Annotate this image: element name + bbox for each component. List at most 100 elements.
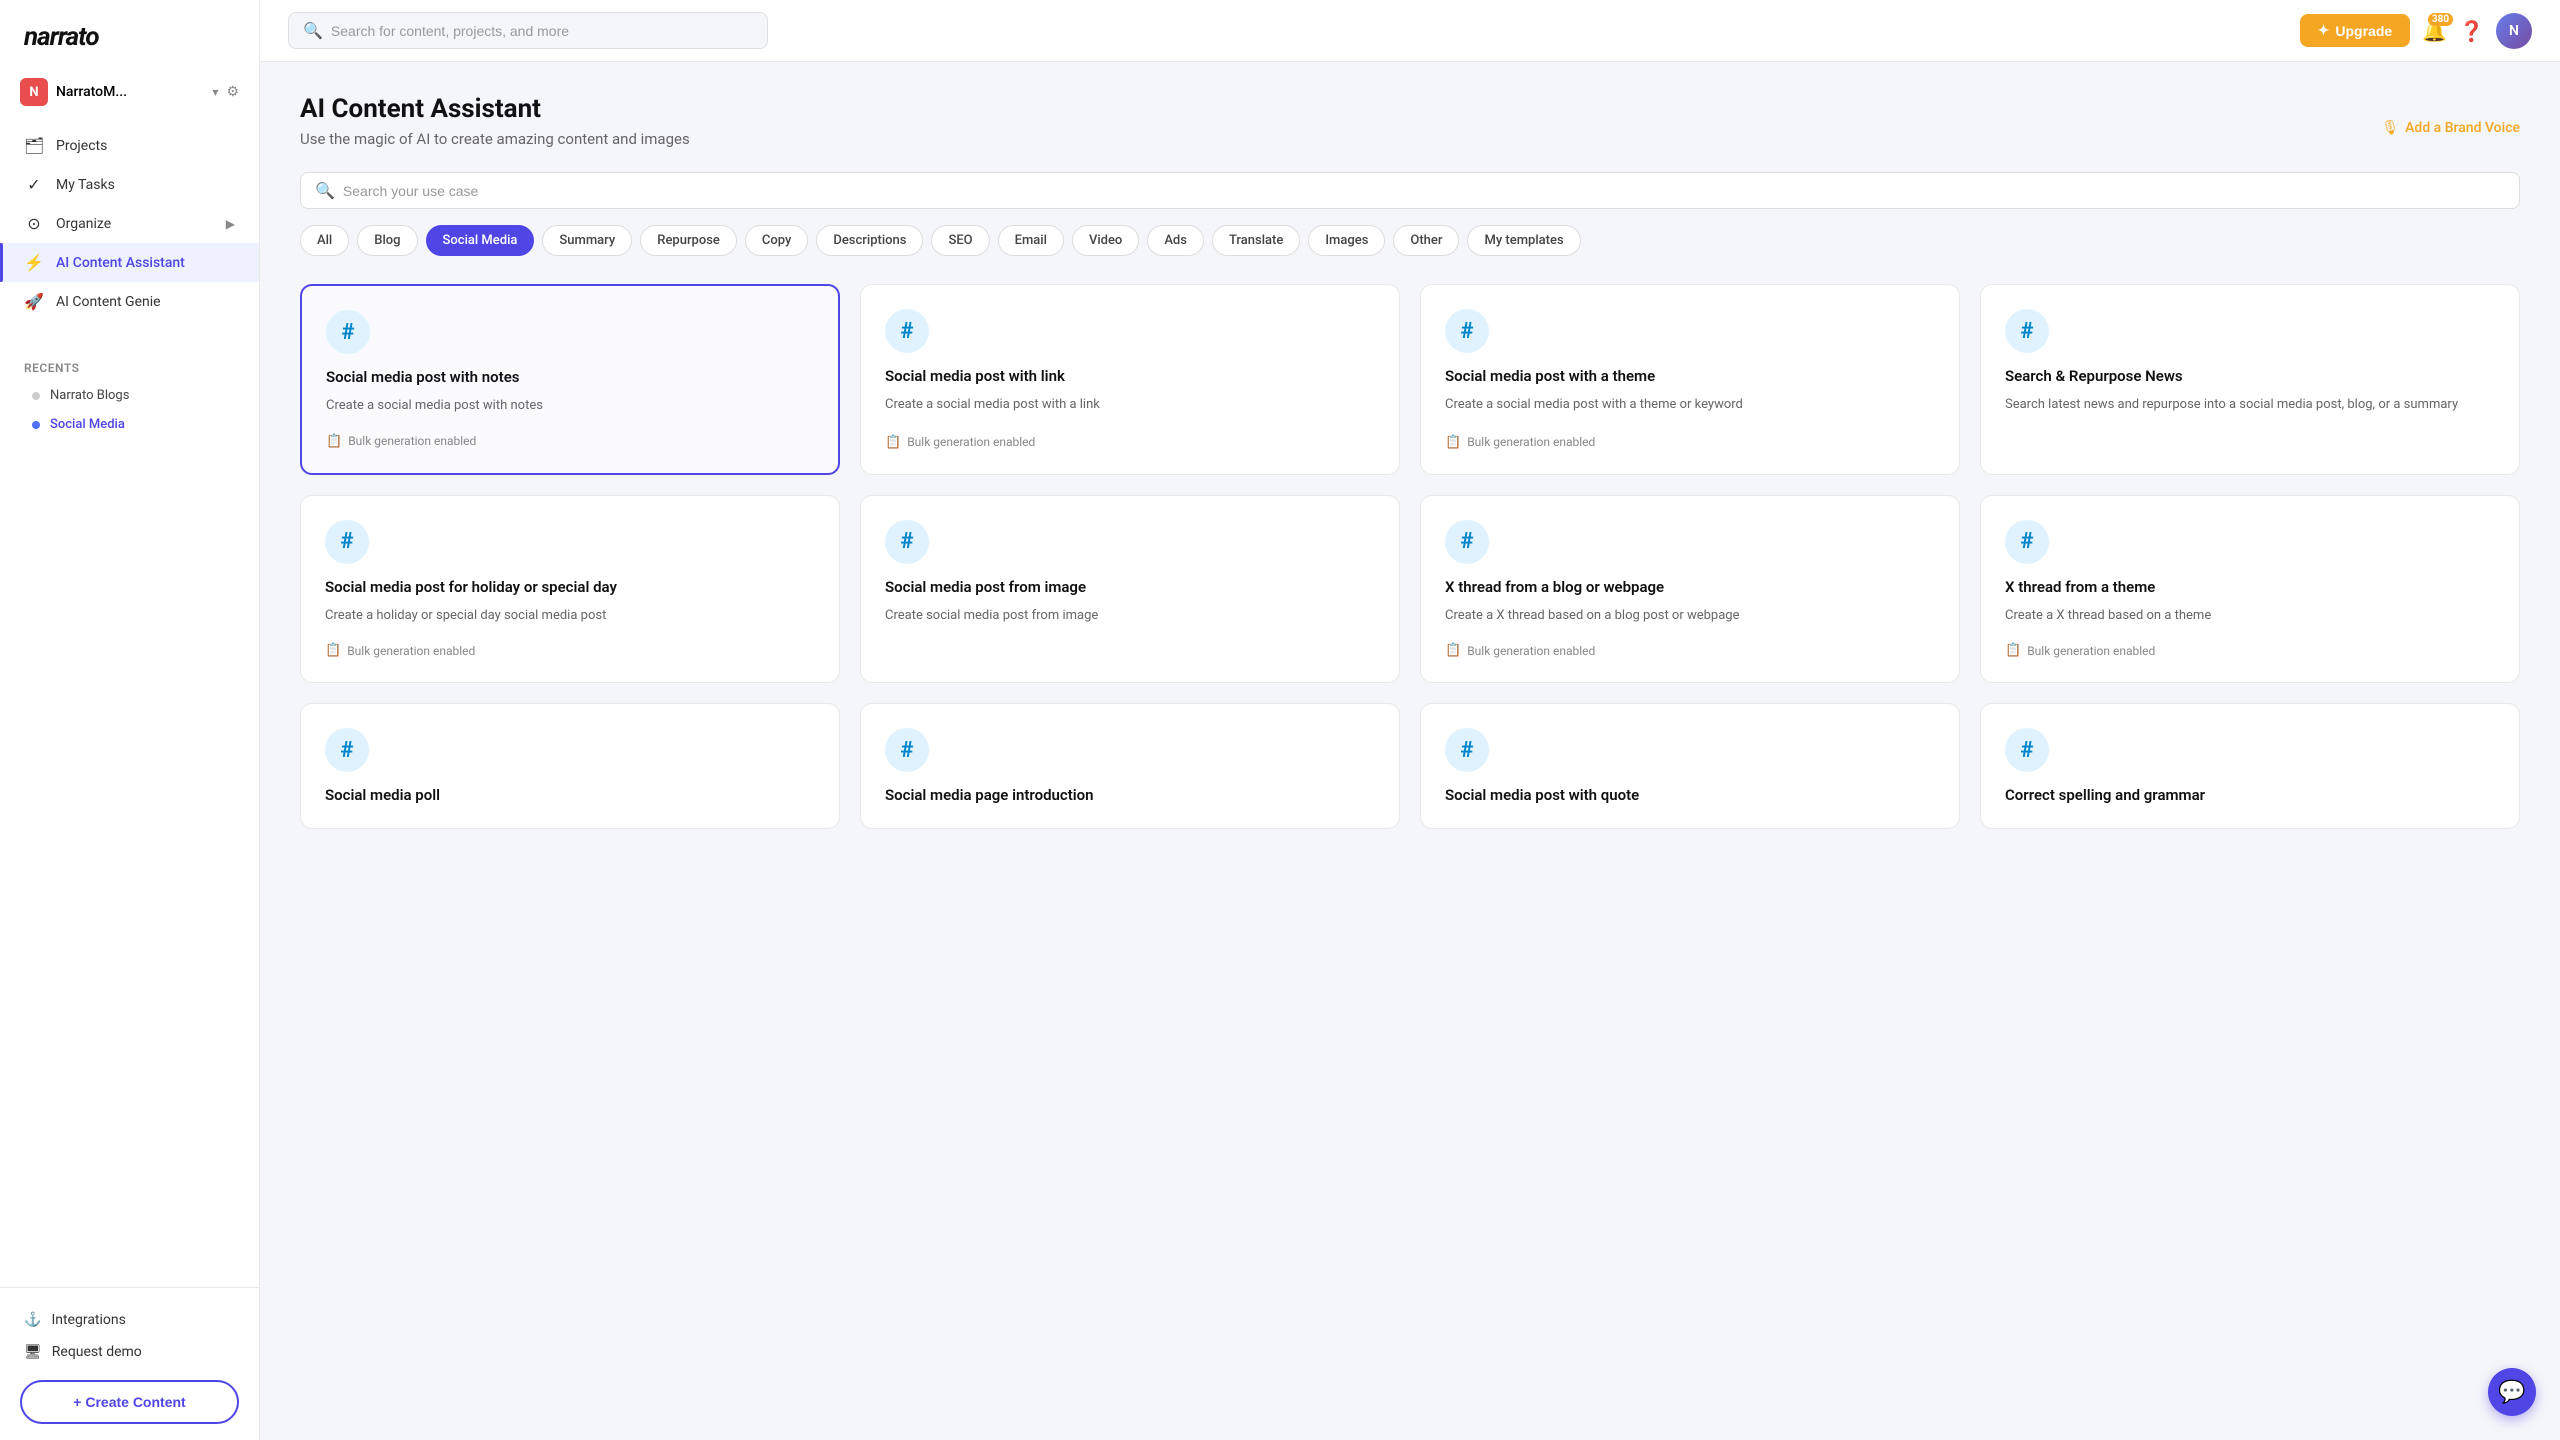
sidebar: narrato N NarratoM... ▾ ⚙ 🗂 Projects ✓ M… [0,0,260,1440]
lightning-icon: ⚡ [24,253,44,272]
card-icon-x-thread-blog: # [1445,520,1489,564]
card-title: Social media post with quote [1445,786,1935,804]
copy-icon: 📋 [325,643,341,658]
organize-icon: ⊙ [24,214,44,233]
sidebar-item-integrations[interactable]: ⚓ Integrations [20,1304,239,1336]
card-social-holiday[interactable]: # Social media post for holiday or speci… [300,495,840,684]
filter-chip-copy[interactable]: Copy [745,225,808,256]
sidebar-item-label: My Tasks [56,177,115,193]
filter-chip-other[interactable]: Other [1393,225,1459,256]
card-correct-spelling[interactable]: # Correct spelling and grammar [1980,703,2520,829]
card-social-link[interactable]: # Social media post with link Create a s… [860,284,1400,475]
card-social-poll[interactable]: # Social media poll [300,703,840,829]
chat-bubble-button[interactable]: 💬 [2488,1368,2536,1416]
card-desc: Search latest news and repurpose into a … [2005,395,2495,450]
card-x-thread-theme[interactable]: # X thread from a theme Create a X threa… [1980,495,2520,684]
filter-chip-seo[interactable]: SEO [931,225,989,256]
filter-chip-ads[interactable]: Ads [1147,225,1204,256]
filter-bar: All Blog Social Media Summary Repurpose … [300,225,2520,256]
card-bulk: 📋 Bulk generation enabled [885,435,1375,450]
card-title: Correct spelling and grammar [2005,786,2495,804]
gear-icon[interactable]: ⚙ [226,84,239,100]
request-demo-label: Request demo [52,1344,142,1360]
card-icon-social-quote: # [1445,728,1489,772]
card-social-theme[interactable]: # Social media post with a theme Create … [1420,284,1960,475]
hashtag-icon: # [2020,319,2033,344]
integrations-label: Integrations [51,1312,125,1328]
content-area: AI Content Assistant Use the magic of AI… [260,62,2560,1440]
add-brand-voice-button[interactable]: 🎙 Add a Brand Voice [2381,120,2520,136]
card-social-page-intro[interactable]: # Social media page introduction [860,703,1400,829]
filter-chip-email[interactable]: Email [998,225,1064,256]
sidebar-item-request-demo[interactable]: 🖥 Request demo [20,1336,239,1368]
filter-chip-social-media[interactable]: Social Media [426,225,535,256]
card-desc: Create a X thread based on a theme [2005,606,2495,626]
card-bulk: 📋 Bulk generation enabled [2005,643,2495,658]
filter-chip-blog[interactable]: Blog [357,225,417,256]
card-social-quote[interactable]: # Social media post with quote [1420,703,1960,829]
card-title: Social media poll [325,786,815,804]
card-search-repurpose-news[interactable]: # Search & Repurpose News Search latest … [1980,284,2520,475]
filter-chip-video[interactable]: Video [1072,225,1139,256]
card-title: Social media post with notes [326,368,814,386]
search-icon: 🔍 [315,181,335,200]
card-title: Social media post with link [885,367,1375,385]
rocket-icon: 🚀 [24,292,44,311]
card-icon-search-repurpose: # [2005,309,2049,353]
copy-icon: 📋 [2005,643,2021,658]
upgrade-label: Upgrade [2335,23,2392,39]
logo: narrato [0,0,259,70]
recent-item-social-media[interactable]: Social Media [0,410,259,439]
bulk-label: Bulk generation enabled [1467,435,1595,449]
recent-dot-icon [32,421,40,429]
card-title: Search & Repurpose News [2005,367,2495,385]
card-desc: Create a social media post with a theme … [1445,395,1935,417]
recent-item-narrato-blogs[interactable]: Narrato Blogs [0,381,259,410]
card-social-notes[interactable]: # Social media post with notes Create a … [300,284,840,475]
hashtag-icon: # [340,529,353,554]
filter-chip-repurpose[interactable]: Repurpose [640,225,737,256]
use-case-search-bar[interactable]: 🔍 [300,172,2520,209]
notifications-button[interactable]: 🔔 380 [2422,19,2447,43]
hashtag-icon: # [900,738,913,763]
global-search-input[interactable] [331,23,753,39]
user-avatar[interactable]: N [2496,13,2532,49]
card-title: Social media post from image [885,578,1375,596]
hashtag-icon: # [340,738,353,763]
hashtag-icon: # [1460,319,1473,344]
hashtag-icon: # [1460,738,1473,763]
sidebar-item-ai-content-genie[interactable]: 🚀 AI Content Genie [0,282,259,321]
sidebar-item-my-tasks[interactable]: ✓ My Tasks [0,165,259,204]
filter-chip-descriptions[interactable]: Descriptions [816,225,923,256]
upgrade-button[interactable]: ✦ Upgrade [2300,14,2411,47]
workspace-row[interactable]: N NarratoM... ▾ ⚙ [0,70,259,114]
card-social-from-image[interactable]: # Social media post from image Create so… [860,495,1400,684]
card-title: Social media post with a theme [1445,367,1935,385]
filter-chip-images[interactable]: Images [1308,225,1385,256]
card-icon-social-page-intro: # [885,728,929,772]
arrow-right-icon: ▶ [226,217,235,231]
card-icon-social-notes: # [326,310,370,354]
create-content-button[interactable]: + Create Content [20,1380,239,1424]
sidebar-item-organize[interactable]: ⊙ Organize ▶ [0,204,259,243]
bulk-label: Bulk generation enabled [2027,644,2155,658]
sidebar-item-projects[interactable]: 🗂 Projects [0,126,259,165]
bulk-label: Bulk generation enabled [348,434,476,448]
filter-chip-translate[interactable]: Translate [1212,225,1300,256]
help-icon[interactable]: ❓ [2459,19,2484,43]
topbar-right: ✦ Upgrade 🔔 380 ❓ N [2300,13,2532,49]
card-x-thread-blog[interactable]: # X thread from a blog or webpage Create… [1420,495,1960,684]
sidebar-item-ai-content-assistant[interactable]: ⚡ AI Content Assistant [0,243,259,282]
chat-icon: 💬 [2498,1380,2525,1405]
global-search-bar[interactable]: 🔍 [288,12,768,49]
anchor-icon: ⚓ [24,1312,41,1328]
add-brand-voice-label: Add a Brand Voice [2405,120,2520,136]
filter-chip-my-templates[interactable]: My templates [1467,225,1580,256]
filter-chip-all[interactable]: All [300,225,349,256]
chevron-down-icon: ▾ [212,85,218,99]
card-icon-x-thread-theme: # [2005,520,2049,564]
copy-icon: 📋 [1445,435,1461,450]
filter-chip-summary[interactable]: Summary [542,225,632,256]
use-case-search-input[interactable] [343,183,2505,199]
hashtag-icon: # [900,529,913,554]
